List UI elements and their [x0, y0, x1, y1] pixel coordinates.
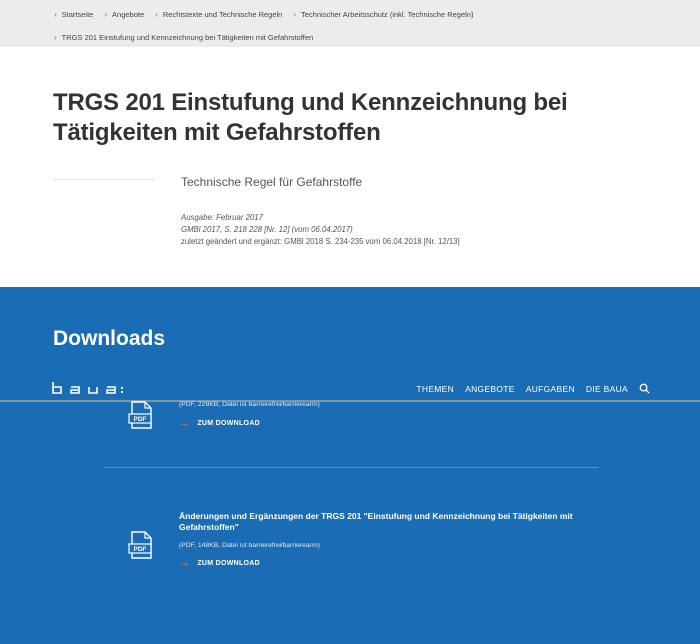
download-meta: (PDF, 228KB, Datei ist barrierefrei⁄barr…	[179, 401, 320, 408]
breadcrumb-link[interactable]: Technischer Arbeitsschutz (inkl. Technis…	[301, 10, 473, 19]
nav-item-die-baua[interactable]: DIE BAUA	[586, 384, 628, 394]
main-navigation: THEMEN ANGEBOTE AUFGABEN DIE BAUA	[0, 378, 700, 400]
breadcrumb-link[interactable]: Rechtstexte und Technische Regeln	[163, 10, 283, 19]
breadcrumb-item-rechtstexte[interactable]: › Rechtstexte und Technische Regeln	[155, 10, 282, 19]
chevron-right-icon: ›	[293, 9, 297, 19]
pdf-icon[interactable]: PDF	[126, 530, 156, 560]
download-divider	[104, 467, 598, 468]
pdf-icon-label: PDF	[134, 416, 147, 423]
breadcrumb-item-startseite[interactable]: › Startseite	[54, 10, 93, 19]
breadcrumb-current: TRGS 201 Einstufung und Kennzeichnung be…	[61, 32, 314, 42]
nav-item-aufgaben[interactable]: AUFGABEN	[526, 384, 575, 394]
page-subtitle: Technische Regel für Gefahrstoffe	[181, 175, 363, 189]
download-link[interactable]: → ZUM DOWNLOAD	[179, 417, 260, 429]
nav-menu: THEMEN ANGEBOTE AUFGABEN DIE BAUA	[405, 383, 650, 394]
download-link-label[interactable]: ZUM DOWNLOAD	[197, 420, 260, 427]
pdf-icon[interactable]: PDF	[126, 400, 156, 430]
downloads-heading: Downloads	[53, 327, 166, 350]
search-icon[interactable]	[639, 383, 650, 394]
chevron-right-icon: ›	[54, 32, 57, 42]
breadcrumb-item-current: › TRGS 201 Einstufung und Kennzeichnung …	[54, 33, 313, 42]
breadcrumb: › Startseite › Angebote › Rechtstexte un…	[0, 0, 700, 47]
breadcrumb-link[interactable]: Angebote	[112, 10, 144, 19]
breadcrumb-link[interactable]: Startseite	[62, 10, 94, 19]
page-title: TRGS 201 Einstufung und Kennzeichnung be…	[53, 89, 568, 146]
meta-gmbl: GMBl 2017, S. 218 228 [Nr. 12] (vom 06.0…	[181, 225, 353, 234]
arrow-right-icon: →	[179, 417, 191, 429]
download-link[interactable]: → ZUM DOWNLOAD	[179, 557, 260, 569]
breadcrumb-item-angebote[interactable]: › Angebote	[104, 10, 144, 19]
document-meta: Ausgabe: Februar 2017 GMBl 2017, S. 218 …	[181, 212, 460, 248]
breadcrumb-row: › Startseite › Angebote › Rechtstexte un…	[54, 8, 484, 20]
subtitle-divider	[53, 179, 155, 180]
chevron-right-icon: ›	[155, 9, 158, 19]
pdf-icon-label: PDF	[134, 546, 147, 553]
breadcrumb-current-row: › TRGS 201 Einstufung und Kennzeichnung …	[54, 31, 324, 43]
download-title[interactable]: Änderungen und Ergänzungen der TRGS 201 …	[179, 511, 599, 533]
download-link-label[interactable]: ZUM DOWNLOAD	[197, 560, 260, 567]
baua-logo[interactable]	[52, 379, 124, 397]
chevron-right-icon: ›	[104, 9, 108, 19]
chevron-right-icon: ›	[54, 9, 57, 19]
breadcrumb-item-arbeitsschutz[interactable]: › Technischer Arbeitsschutz (inkl. Techn…	[293, 10, 473, 19]
meta-ausgabe: Ausgabe: Februar 2017	[181, 213, 263, 222]
meta-changed: zuletzt geändert und ergänzt: GMBl 2018 …	[181, 237, 460, 246]
nav-item-themen[interactable]: THEMEN	[416, 384, 454, 394]
download-meta: (PDF, 148KB, Datei ist barrierefrei⁄barr…	[179, 542, 320, 549]
nav-item-angebote[interactable]: ANGEBOTE	[465, 384, 515, 394]
nav-divider	[0, 400, 700, 402]
arrow-right-icon: →	[179, 557, 191, 569]
